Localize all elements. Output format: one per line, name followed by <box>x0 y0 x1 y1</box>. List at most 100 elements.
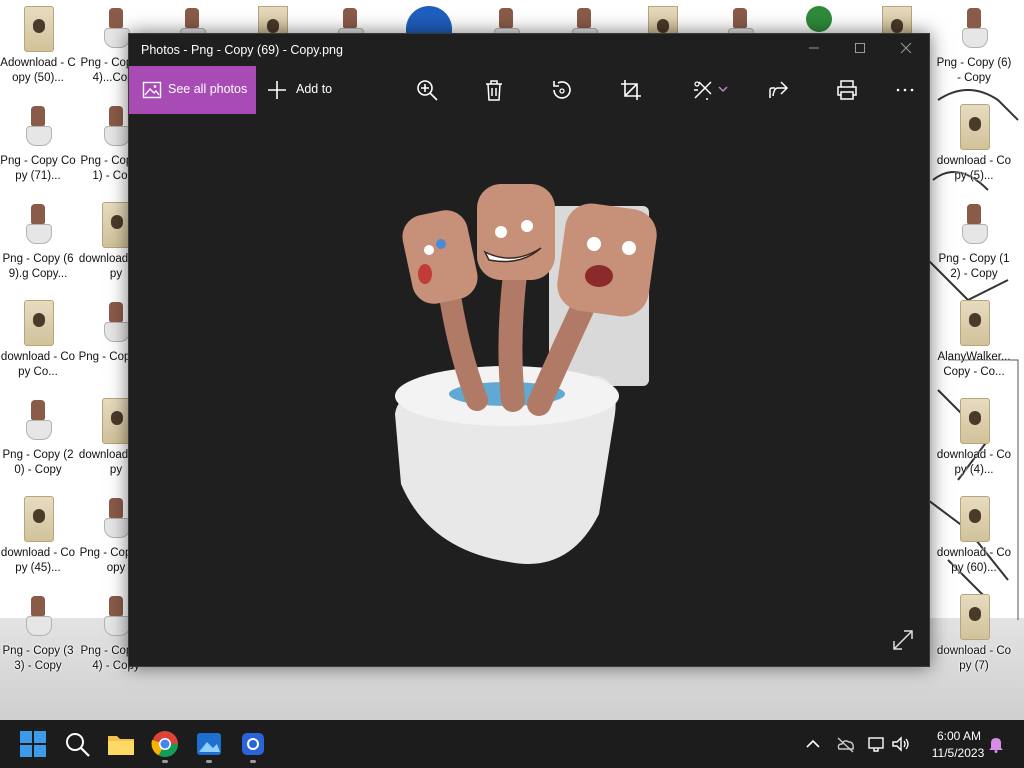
head-left-eye <box>436 239 446 249</box>
taskbar: 6:00 AM 11/5/2023 <box>0 720 1024 768</box>
desktop-icon-partial[interactable] <box>570 6 600 48</box>
desktop-icon[interactable]: Adownload - Copy (50)... <box>0 2 76 98</box>
head-left-mouth <box>418 264 432 284</box>
image-file-icon <box>960 496 990 542</box>
rotate-icon[interactable] <box>550 78 574 102</box>
crop-icon[interactable] <box>619 78 643 102</box>
desktop-icon[interactable]: download - Copy (60)... <box>936 492 1012 588</box>
desktop-icon-partial[interactable] <box>258 6 288 34</box>
desktop-icon-partial[interactable] <box>178 6 208 48</box>
file-explorer-icon[interactable] <box>105 728 137 760</box>
desktop-icon-partial[interactable] <box>882 6 912 34</box>
desktop-icon[interactable]: download - Copy (45)... <box>0 492 76 588</box>
chrome-logo-icon <box>151 731 179 758</box>
desktop-icon-partial[interactable] <box>336 6 366 48</box>
delete-icon[interactable] <box>482 78 506 102</box>
image-file-icon <box>648 6 678 34</box>
volume-icon[interactable] <box>890 734 910 754</box>
photos-icon[interactable] <box>193 728 225 763</box>
image-file-icon <box>960 594 990 640</box>
folder-icon <box>108 736 134 755</box>
snipping-tool-icon <box>242 733 264 755</box>
desktop-icon-label: Png - Copy (20) - Copy <box>2 449 74 476</box>
desktop-icon-label: Png - Copy (33) - Copy <box>2 645 74 672</box>
desktop-icon-label: Png - Copy (69).g Copy... <box>2 253 74 280</box>
edit-icon[interactable] <box>691 78 715 102</box>
photos-window: Photos - Png - Copy (69) - Copy.png See … <box>128 33 930 667</box>
displayed-image[interactable] <box>129 114 929 666</box>
minimize-button[interactable] <box>791 34 837 66</box>
head-middle-eye <box>495 226 507 238</box>
tree-app-icon[interactable] <box>806 6 832 32</box>
image-file-icon <box>102 6 130 50</box>
desktop-icon[interactable]: download - Copy (7) <box>936 590 1012 686</box>
desktop-icon-label: Adownload - Copy (50)... <box>0 57 76 84</box>
chevron-up-icon[interactable] <box>803 734 823 754</box>
desktop-icon-label: AlanyWalker... Copy - Co... <box>937 351 1011 378</box>
close-button[interactable] <box>883 34 929 66</box>
image-file-icon <box>102 104 130 148</box>
head-middle <box>477 184 555 280</box>
fullscreen-icon[interactable] <box>891 628 915 652</box>
chevron-down-icon[interactable] <box>717 78 729 102</box>
clock-time[interactable]: 6:00 AM <box>930 729 988 743</box>
desktop-icon[interactable]: Png - Copy (20) - Copy <box>0 394 76 490</box>
add-to-label: Add to <box>296 82 333 96</box>
capture-icon[interactable] <box>237 728 269 763</box>
zoom-icon[interactable] <box>415 78 439 102</box>
desktop-icon[interactable]: AlanyWalker... Copy - Co... <box>936 296 1012 392</box>
add-to-button[interactable]: Add to <box>259 66 349 114</box>
desktop-icon[interactable]: download - Copy Co... <box>0 296 76 392</box>
desktop-icon-partial[interactable] <box>648 6 678 34</box>
image-file-icon <box>24 496 54 542</box>
desktop-icon-label: Png - Copy Copy (71)... <box>0 155 76 182</box>
head-left <box>402 210 478 304</box>
network-icon[interactable] <box>866 734 886 754</box>
desktop-icon[interactable]: Png - Copy (6) - Copy <box>936 2 1012 98</box>
cloud-offline-icon[interactable] <box>835 734 855 754</box>
see-all-photos-button[interactable]: See all photos <box>129 66 256 114</box>
share-icon[interactable] <box>767 78 791 102</box>
desktop-icon[interactable]: Png - Copy (69).g Copy... <box>0 198 76 294</box>
image-file-icon <box>178 6 206 48</box>
desktop-icon-label: download - Copy (5)... <box>936 155 1012 182</box>
image-file-icon <box>882 6 912 34</box>
head-right-mouth <box>585 265 613 287</box>
desktop-icon[interactable]: download - Copy (5)... <box>936 100 1012 196</box>
more-icon[interactable] <box>893 78 917 102</box>
image-file-icon <box>258 6 288 34</box>
maximize-icon <box>855 43 865 53</box>
plus-icon <box>268 81 286 99</box>
title-bar[interactable]: Photos - Png - Copy (69) - Copy.png <box>129 34 929 66</box>
image-file-icon <box>24 104 52 148</box>
image-file-icon <box>570 6 598 48</box>
search-icon[interactable] <box>61 728 93 760</box>
desktop-icon[interactable]: Png - Copy (12) - Copy <box>936 198 1012 294</box>
desktop-icon[interactable]: download - Copy (4)... <box>936 394 1012 490</box>
image-file-icon <box>726 6 754 48</box>
chrome-icon[interactable] <box>149 728 181 763</box>
capture-app-icon[interactable] <box>406 6 452 36</box>
image-file-icon <box>960 104 990 150</box>
notification-bell-icon[interactable] <box>986 734 1006 754</box>
desktop-icon[interactable]: Png - Copy (33) - Copy <box>0 590 76 686</box>
running-indicator <box>250 760 256 763</box>
close-icon <box>900 42 912 54</box>
image-file-icon <box>24 398 52 442</box>
desktop-icon-partial[interactable] <box>492 6 522 48</box>
image-file-icon <box>24 300 54 346</box>
maximize-button[interactable] <box>837 34 883 66</box>
window-title: Photos - Png - Copy (69) - Copy.png <box>141 43 343 57</box>
clock-date[interactable]: 11/5/2023 <box>922 746 994 760</box>
minimize-icon <box>809 47 819 49</box>
start-icon[interactable] <box>17 728 49 760</box>
toolbar: See all photos Add to <box>129 66 929 114</box>
desktop-icon-partial[interactable] <box>726 6 756 48</box>
desktop-icon-label: download - Copy (45)... <box>0 547 76 574</box>
desktop-icon-label: Png - Copy (12) - Copy <box>938 253 1010 280</box>
print-icon[interactable] <box>835 78 859 102</box>
desktop-icon[interactable]: Png - Copy Copy (71)... <box>0 100 76 196</box>
head-right <box>557 203 657 317</box>
desktop-icon-label: download - Copy (60)... <box>936 547 1012 574</box>
head-right-eye <box>587 237 601 251</box>
